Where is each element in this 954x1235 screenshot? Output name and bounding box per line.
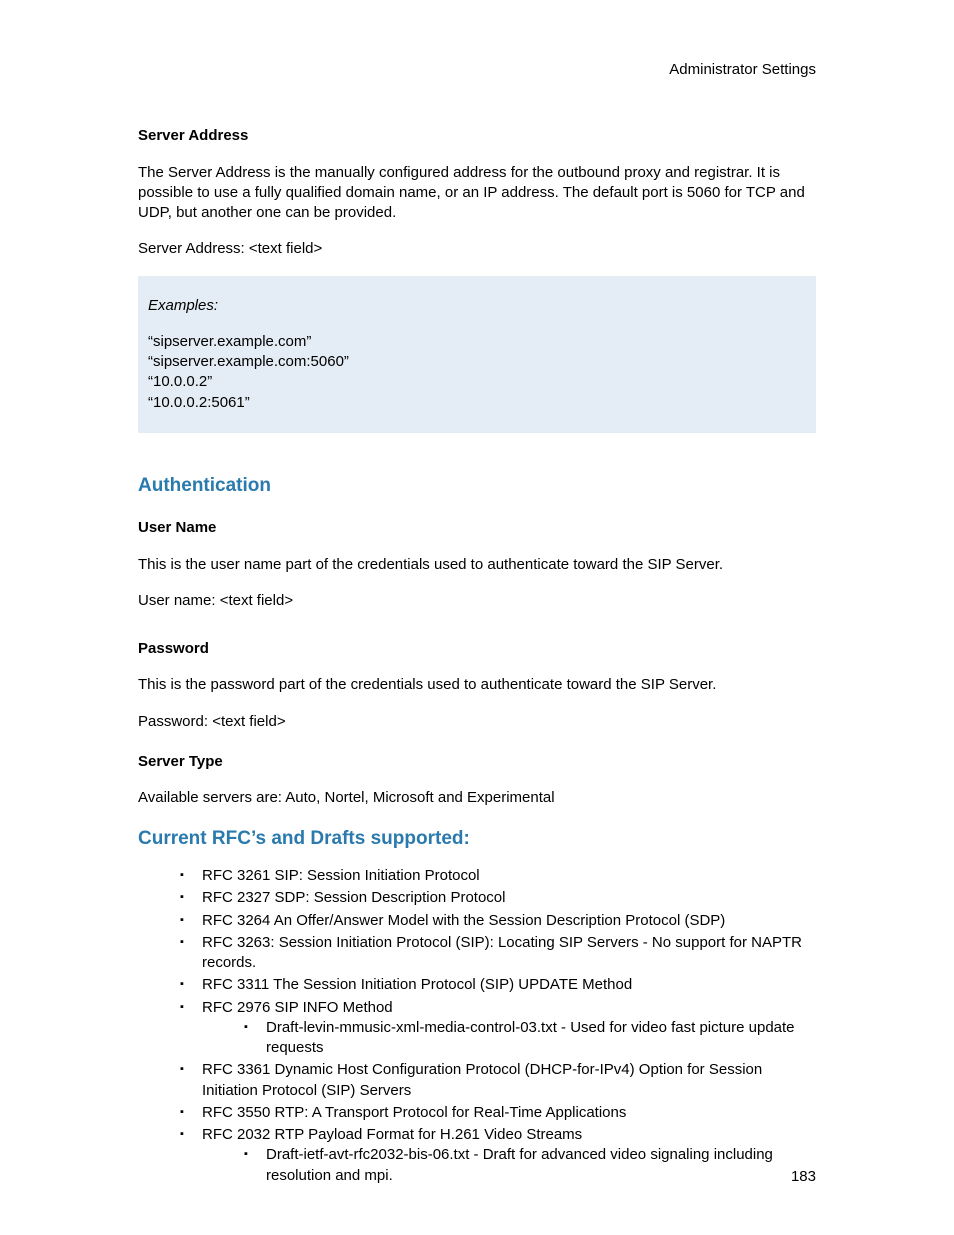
rfc-item: RFC 3361 Dynamic Host Configuration Prot… (180, 1060, 816, 1101)
examples-title: Examples: (148, 296, 806, 316)
server-address-desc: The Server Address is the manually confi… (138, 163, 816, 224)
rfc-heading: Current RFC’s and Drafts supported: (138, 826, 816, 852)
page-header-right: Administrator Settings (138, 60, 816, 80)
server-type-desc: Available servers are: Auto, Nortel, Mic… (138, 788, 816, 808)
rfc-item: RFC 3263: Session Initiation Protocol (S… (180, 933, 816, 974)
rfc-item-text: RFC 2976 SIP INFO Method (202, 999, 393, 1016)
username-field: User name: <text field> (138, 591, 816, 611)
rfc-item: RFC 3311 The Session Initiation Protocol… (180, 975, 816, 995)
server-address-title: Server Address (138, 126, 816, 146)
rfc-subitem: Draft-ietf-avt-rfc2032-bis-06.txt - Draf… (244, 1145, 816, 1186)
username-desc: This is the user name part of the creden… (138, 555, 816, 575)
rfc-sublist: Draft-ietf-avt-rfc2032-bis-06.txt - Draf… (202, 1145, 816, 1186)
password-title: Password (138, 639, 816, 659)
page-number: 183 (791, 1167, 816, 1187)
server-address-field: Server Address: <text field> (138, 239, 816, 259)
examples-box: Examples: “sipserver.example.com” “sipse… (138, 276, 816, 433)
rfc-item-text: RFC 2032 RTP Payload Format for H.261 Vi… (202, 1126, 582, 1143)
rfc-item: RFC 3550 RTP: A Transport Protocol for R… (180, 1103, 816, 1123)
rfc-list: RFC 3261 SIP: Session Initiation Protoco… (138, 866, 816, 1186)
rfc-item: RFC 3264 An Offer/Answer Model with the … (180, 911, 816, 931)
rfc-item: RFC 2032 RTP Payload Format for H.261 Vi… (180, 1125, 816, 1186)
example-line: “10.0.0.2:5061” (148, 393, 806, 413)
password-desc: This is the password part of the credent… (138, 675, 816, 695)
rfc-item: RFC 3261 SIP: Session Initiation Protoco… (180, 866, 816, 886)
example-line: “sipserver.example.com:5060” (148, 352, 806, 372)
rfc-item: RFC 2327 SDP: Session Description Protoc… (180, 888, 816, 908)
rfc-sublist: Draft-levin-mmusic-xml-media-control-03.… (202, 1018, 816, 1059)
example-line: “sipserver.example.com” (148, 332, 806, 352)
rfc-item: RFC 2976 SIP INFO Method Draft-levin-mmu… (180, 998, 816, 1059)
server-type-title: Server Type (138, 752, 816, 772)
example-line: “10.0.0.2” (148, 372, 806, 392)
username-title: User Name (138, 518, 816, 538)
password-field: Password: <text field> (138, 712, 816, 732)
rfc-subitem: Draft-levin-mmusic-xml-media-control-03.… (244, 1018, 816, 1059)
authentication-heading: Authentication (138, 473, 816, 499)
